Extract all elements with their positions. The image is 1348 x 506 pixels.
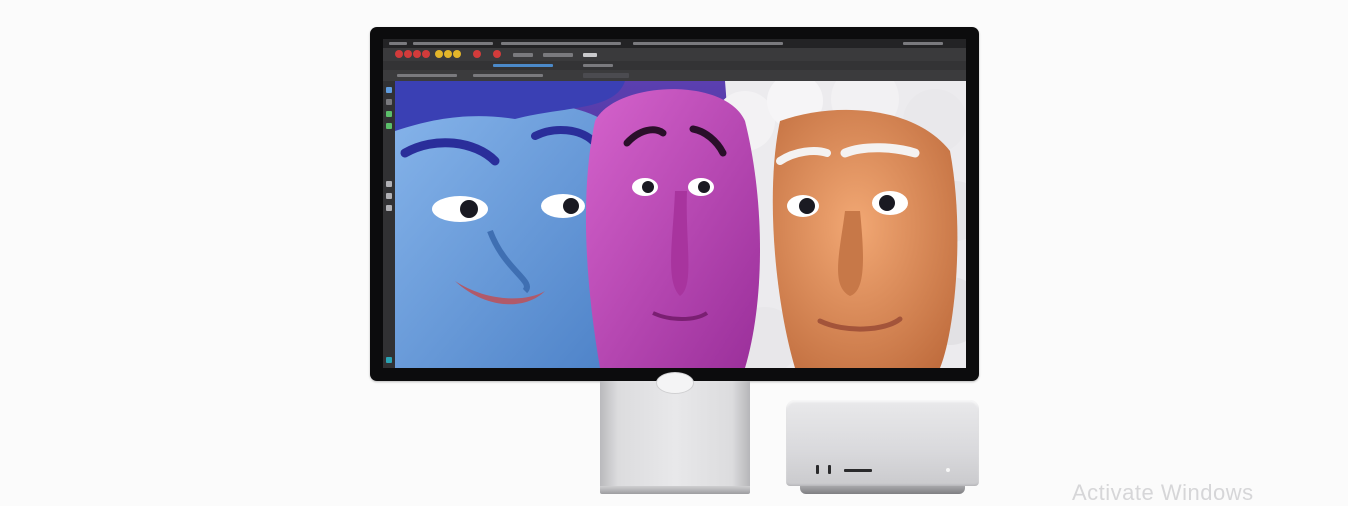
monitor-screen <box>383 39 966 368</box>
monitor-stand <box>600 381 750 487</box>
3d-viewport[interactable] <box>395 81 966 368</box>
characters-render <box>395 81 966 368</box>
mac-studio <box>786 400 979 486</box>
usb-c-port <box>816 465 819 474</box>
power-indicator <box>946 468 950 472</box>
mac-studio-base <box>800 486 965 494</box>
status-line[interactable] <box>383 61 966 70</box>
stand-cable-hole <box>656 372 694 394</box>
app-menu-bar[interactable] <box>383 39 966 48</box>
sd-card-slot <box>844 469 872 472</box>
shelf-toolbar[interactable] <box>383 48 966 61</box>
viewport-panel-bar[interactable] <box>383 70 966 81</box>
stand-foot <box>600 486 750 494</box>
activate-windows-watermark: Activate Windows <box>1072 480 1254 505</box>
tool-box[interactable] <box>383 81 395 368</box>
usb-c-port <box>828 465 831 474</box>
